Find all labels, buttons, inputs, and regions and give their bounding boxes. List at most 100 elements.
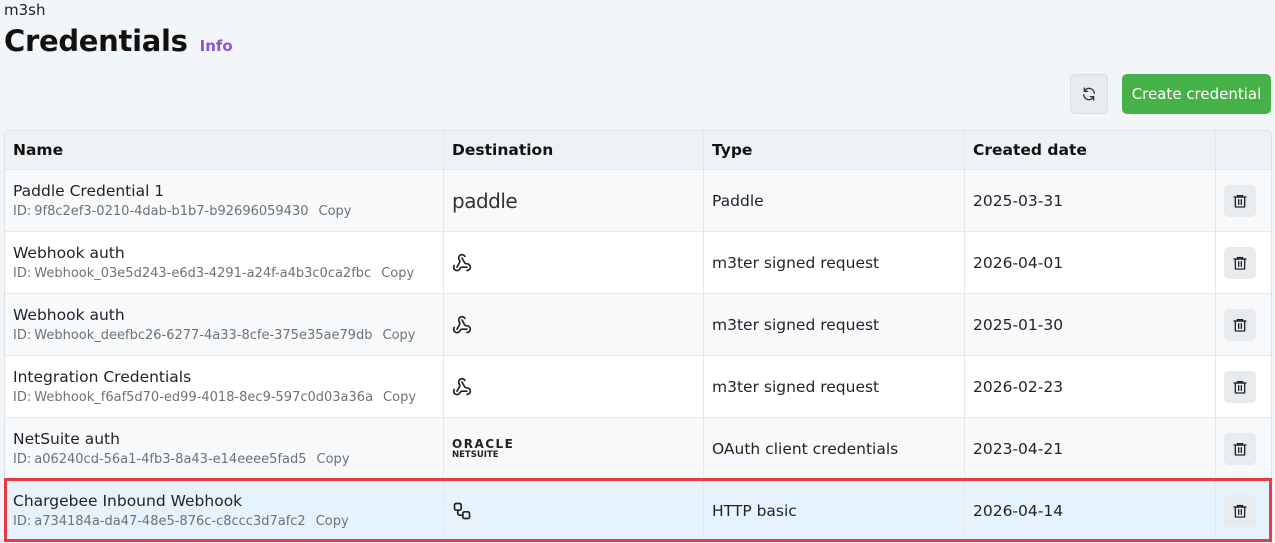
type-cell: m3ter signed request	[703, 356, 964, 417]
id-prefix: ID:	[13, 327, 32, 343]
id-prefix: ID:	[13, 203, 32, 219]
id-prefix: ID:	[13, 389, 32, 405]
paddle-logo: paddle	[452, 188, 518, 213]
netsuite-logo-text: NETSUITE	[452, 449, 499, 460]
copy-id-link[interactable]: Copy	[317, 452, 350, 467]
oracle-logo-text: ORACLE	[452, 436, 515, 451]
refresh-button[interactable]	[1070, 74, 1108, 114]
destination-cell	[443, 356, 703, 417]
id-prefix: ID:	[13, 513, 32, 529]
destination-cell	[443, 294, 703, 355]
name-cell: Webhook auth ID: Webhook_deefbc26-6277-4a…	[5, 294, 443, 355]
delete-button[interactable]	[1223, 184, 1256, 217]
delete-button[interactable]	[1223, 432, 1256, 465]
credential-id: ID: a734184a-da47-48e5-876c-c8ccc3d7afc2 C…	[13, 513, 443, 531]
info-link[interactable]: Info	[200, 37, 233, 55]
name-cell: Paddle Credential 1 ID: 9f8c2ef3-0210-4da…	[5, 170, 443, 231]
table-row[interactable]: Webhook auth ID: Webhook_03e5d243-e6d3-42…	[5, 231, 1271, 293]
type-cell: m3ter signed request	[703, 232, 964, 293]
delete-button[interactable]	[1223, 246, 1256, 279]
credential-id: ID: Webhook_deefbc26-6277-4a33-8cfe-375e3…	[13, 327, 443, 345]
delete-button[interactable]	[1223, 308, 1256, 341]
created-date-cell: 2026-04-01	[964, 232, 1215, 293]
name-cell: Integration Credentials ID: Webhook_f6af5…	[5, 356, 443, 417]
trash-icon	[1232, 256, 1247, 270]
destination-cell	[443, 232, 703, 293]
name-cell: NetSuite auth ID: a06240cd-56a1-4fb3-8a43…	[5, 418, 443, 479]
type-cell: m3ter signed request	[703, 294, 964, 355]
table-row[interactable]: Paddle Credential 1 ID: 9f8c2ef3-0210-4da…	[5, 169, 1271, 231]
actions-cell	[1215, 294, 1263, 355]
table-row[interactable]: Webhook auth ID: Webhook_deefbc26-6277-4a…	[5, 293, 1271, 355]
create-credential-button[interactable]: Create credential	[1122, 74, 1271, 114]
id-value: a06240cd-56a1-4fb3-8a43-e14eeee5fad5	[34, 451, 307, 467]
credential-id: ID: Webhook_03e5d243-e6d3-4291-a24f-a4b3c…	[13, 265, 443, 283]
actions-cell	[1215, 418, 1263, 479]
table-row-selected[interactable]: Chargebee Inbound Webhook ID: a734184a-da…	[4, 478, 1272, 542]
trash-icon	[1232, 380, 1247, 394]
destination-cell: ORACLE NETSUITE	[443, 418, 703, 479]
created-date-cell: 2025-03-31	[964, 170, 1215, 231]
destination-cell	[443, 480, 703, 541]
credentials-table: Name Destination Type Created date Paddl…	[4, 130, 1272, 542]
column-header-created-date[interactable]: Created date	[964, 131, 1215, 169]
credential-id: ID: 9f8c2ef3-0210-4dab-b1b7-b92696059430 C…	[13, 203, 443, 221]
type-cell: HTTP basic	[703, 480, 964, 541]
delete-button[interactable]	[1223, 494, 1256, 527]
copy-id-link[interactable]: Copy	[383, 328, 416, 343]
id-value: 9f8c2ef3-0210-4dab-b1b7-b92696059430	[34, 203, 309, 219]
id-value: Webhook_03e5d243-e6d3-4291-a24f-a4b3c0ca…	[34, 265, 372, 281]
table-row[interactable]: NetSuite auth ID: a06240cd-56a1-4fb3-8a43…	[5, 417, 1271, 479]
actions-cell	[1215, 232, 1263, 293]
webhook-icon	[452, 377, 703, 397]
webhook-icon	[452, 253, 703, 273]
created-date-cell: 2023-04-21	[964, 418, 1215, 479]
table-header: Name Destination Type Created date	[5, 131, 1271, 169]
id-value: Webhook_deefbc26-6277-4a33-8cfe-375e35ae…	[34, 327, 373, 343]
actions-cell	[1215, 356, 1263, 417]
name-cell: Webhook auth ID: Webhook_03e5d243-e6d3-42…	[5, 232, 443, 293]
title-row: Credentials Info	[4, 24, 233, 58]
id-prefix: ID:	[13, 451, 32, 467]
delete-button[interactable]	[1223, 370, 1256, 403]
integration-icon	[452, 501, 703, 521]
trash-icon	[1232, 194, 1247, 208]
column-header-actions	[1215, 131, 1263, 169]
credential-name[interactable]: Paddle Credential 1	[13, 181, 443, 201]
id-value: Webhook_f6af5d70-ed99-4018-8ec9-597c0d03…	[34, 389, 374, 405]
credential-name[interactable]: Chargebee Inbound Webhook	[13, 491, 443, 511]
trash-icon	[1232, 504, 1247, 518]
org-name: m3sh	[4, 1, 46, 19]
oracle-netsuite-logo: ORACLE NETSUITE	[452, 438, 703, 460]
column-header-destination[interactable]: Destination	[443, 131, 703, 169]
trash-icon	[1232, 318, 1247, 332]
credential-name[interactable]: NetSuite auth	[13, 429, 443, 449]
actions-cell	[1215, 480, 1263, 541]
id-value: a734184a-da47-48e5-876c-c8ccc3d7afc2	[34, 513, 306, 529]
created-date-cell: 2026-02-23	[964, 356, 1215, 417]
copy-id-link[interactable]: Copy	[383, 390, 416, 405]
created-date-cell: 2026-04-14	[964, 480, 1215, 541]
created-date-cell: 2025-01-30	[964, 294, 1215, 355]
copy-id-link[interactable]: Copy	[319, 204, 352, 219]
refresh-icon	[1083, 87, 1095, 101]
webhook-icon	[452, 315, 703, 335]
credential-id: ID: Webhook_f6af5d70-ed99-4018-8ec9-597c0…	[13, 389, 443, 407]
page-title: Credentials	[4, 24, 188, 58]
column-header-name[interactable]: Name	[5, 131, 443, 169]
credential-id: ID: a06240cd-56a1-4fb3-8a43-e14eeee5fad5 C…	[13, 451, 443, 469]
credential-name[interactable]: Webhook auth	[13, 305, 443, 325]
column-header-type[interactable]: Type	[703, 131, 964, 169]
table-row[interactable]: Integration Credentials ID: Webhook_f6af5…	[5, 355, 1271, 417]
actions-cell	[1215, 170, 1263, 231]
name-cell: Chargebee Inbound Webhook ID: a734184a-da…	[5, 480, 443, 541]
destination-cell: paddle	[443, 170, 703, 231]
type-cell: Paddle	[703, 170, 964, 231]
copy-id-link[interactable]: Copy	[316, 514, 349, 529]
copy-id-link[interactable]: Copy	[381, 266, 414, 281]
type-cell: OAuth client credentials	[703, 418, 964, 479]
id-prefix: ID:	[13, 265, 32, 281]
credential-name[interactable]: Webhook auth	[13, 243, 443, 263]
trash-icon	[1232, 442, 1247, 456]
credential-name[interactable]: Integration Credentials	[13, 367, 443, 387]
